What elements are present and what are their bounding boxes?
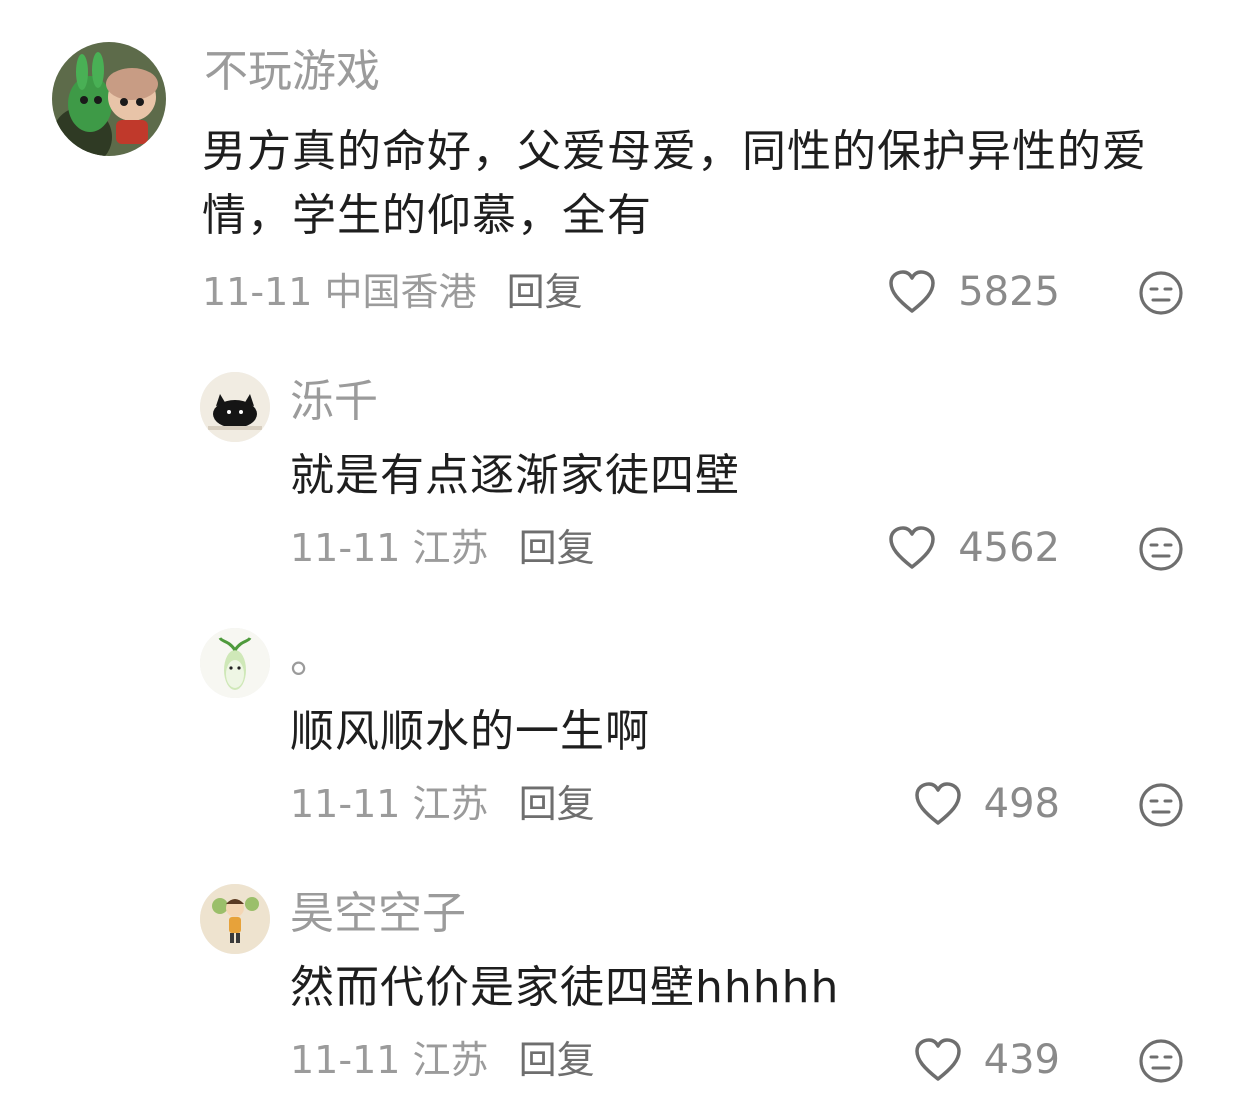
- heart-icon: [914, 782, 962, 826]
- comment-date: 11-11: [290, 782, 401, 826]
- comment-location: 江苏: [412, 526, 489, 570]
- avatar[interactable]: [200, 884, 270, 954]
- username[interactable]: 昊空空子: [290, 886, 466, 942]
- like-count: 4562: [958, 525, 1060, 571]
- comment-4: 昊空空子 然而代价是家徒四壁hhhhh 11-11 江苏 回复 439: [0, 872, 1260, 1112]
- like-button[interactable]: 439: [914, 1036, 1060, 1084]
- cartoon-person-avatar-icon: [200, 884, 270, 954]
- comment-date: 11-11: [202, 270, 313, 314]
- heart-icon: [914, 1038, 962, 1082]
- comment-location: 中国香港: [324, 270, 477, 314]
- comment-date: 11-11: [290, 1038, 401, 1082]
- comment-date: 11-11: [290, 526, 401, 570]
- comment-text: 就是有点逐渐家徒四壁: [290, 450, 740, 501]
- username[interactable]: 不玩游戏: [204, 44, 380, 100]
- like-count: 439: [983, 1037, 1060, 1083]
- reply-button[interactable]: 回复: [519, 1038, 595, 1082]
- reply-button[interactable]: 回复: [507, 270, 583, 314]
- comment-text: 男方真的命好，父爱母爱，同性的保护异性的爱情，学生的仰慕，全有: [202, 126, 1147, 241]
- comment-location: 江苏: [412, 782, 489, 826]
- comment-text: 顺风顺水的一生啊: [290, 706, 650, 757]
- dislike-face-icon[interactable]: [1138, 270, 1184, 316]
- black-cat-avatar-icon: [200, 372, 270, 442]
- dislike-face-icon[interactable]: [1138, 526, 1184, 572]
- like-button[interactable]: 4562: [888, 524, 1060, 572]
- reply-button[interactable]: 回复: [519, 526, 595, 570]
- like-count: 5825: [958, 269, 1060, 315]
- comment-location: 江苏: [412, 1038, 489, 1082]
- comment-meta: 11-11 中国香港 回复: [202, 268, 583, 316]
- comment-meta: 11-11 江苏 回复: [290, 1036, 595, 1084]
- dislike-face-icon[interactable]: [1138, 1038, 1184, 1084]
- avatar[interactable]: [52, 42, 166, 156]
- comment-1: 不玩游戏 男方真的命好，父爱母爱，同性的保护异性的爱情，学生的仰慕，全有 11-…: [0, 0, 1260, 340]
- radish-avatar-icon: [200, 628, 270, 698]
- avatar[interactable]: [200, 628, 270, 698]
- comment-2: 泺千 就是有点逐渐家徒四壁 11-11 江苏 回复 4562: [0, 360, 1260, 600]
- comment-meta: 11-11 江苏 回复: [290, 780, 595, 828]
- heart-icon: [888, 270, 936, 314]
- toy-figures-avatar-icon: [52, 42, 166, 156]
- like-count: 498: [983, 781, 1060, 827]
- username[interactable]: 泺千: [290, 374, 378, 430]
- comment-text: 然而代价是家徒四壁hhhhh: [290, 962, 840, 1013]
- like-button[interactable]: 5825: [888, 268, 1060, 316]
- avatar[interactable]: [200, 372, 270, 442]
- reply-button[interactable]: 回复: [519, 782, 595, 826]
- heart-icon: [888, 526, 936, 570]
- like-button[interactable]: 498: [914, 780, 1060, 828]
- comment-3: 。 顺风顺水的一生啊 11-11 江苏 回复 498: [0, 616, 1260, 856]
- username[interactable]: 。: [290, 630, 334, 686]
- dislike-face-icon[interactable]: [1138, 782, 1184, 828]
- comment-meta: 11-11 江苏 回复: [290, 524, 595, 572]
